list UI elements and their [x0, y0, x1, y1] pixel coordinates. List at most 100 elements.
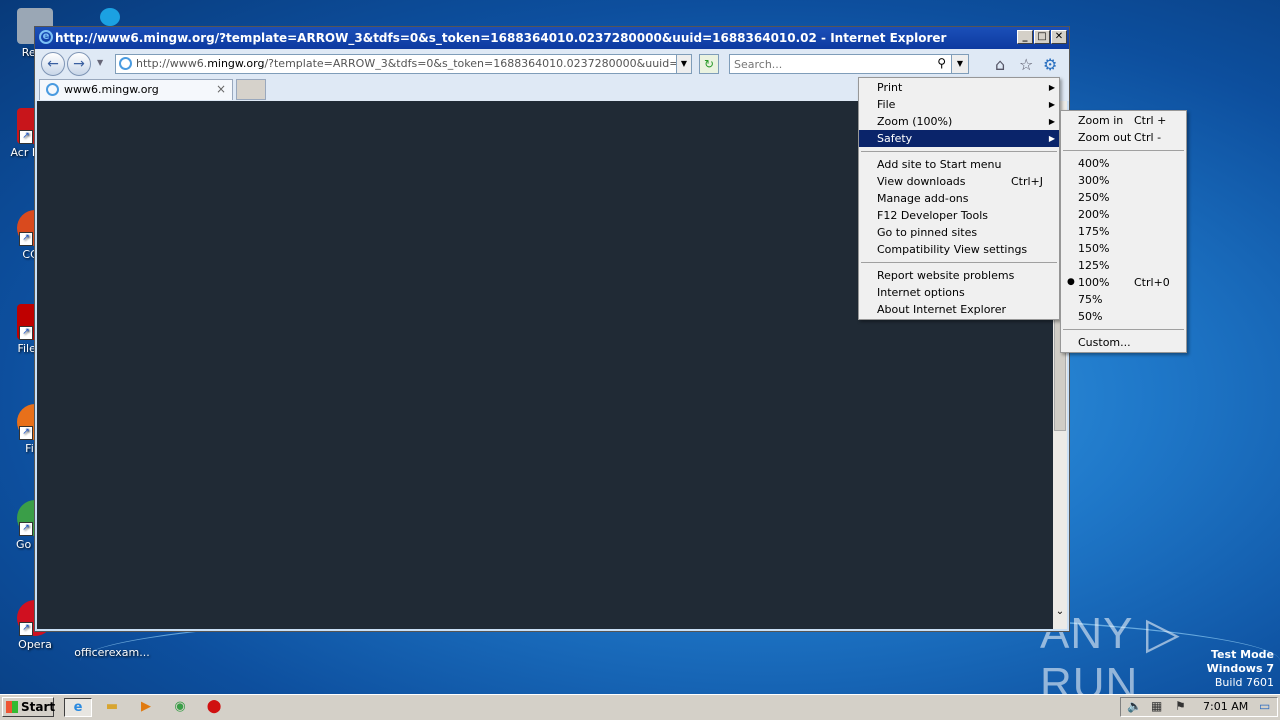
menu-item-view-downloads[interactable]: View downloads Ctrl+J: [859, 173, 1059, 190]
address-prefix: http://www6.: [136, 57, 208, 70]
menu-item-about-ie[interactable]: About Internet Explorer: [859, 301, 1059, 318]
home-icon[interactable]: ⌂: [995, 55, 1005, 74]
menu-item-pinned-sites[interactable]: Go to pinned sites: [859, 224, 1059, 241]
address-bar[interactable]: http://www6.mingw.org/?template=ARROW_3&…: [115, 54, 691, 74]
menu-item-file[interactable]: File ▶: [859, 96, 1059, 113]
menu-item-label: 125%: [1078, 259, 1110, 272]
menu-item-label: View downloads: [877, 175, 966, 188]
menu-shortcut: Ctrl+J: [1010, 175, 1043, 188]
favorites-star-icon[interactable]: ☆: [1019, 55, 1033, 74]
menu-item-zoom-custom[interactable]: Custom...: [1061, 334, 1186, 351]
search-input[interactable]: [730, 55, 938, 73]
menu-shortcut: Ctrl+0: [1134, 276, 1170, 289]
menu-item-safety[interactable]: Safety ▶: [859, 130, 1059, 147]
menu-item-zoom-out[interactable]: Zoom out Ctrl -: [1061, 129, 1186, 146]
history-dropdown-icon[interactable]: ▼: [97, 58, 103, 67]
menu-item-zoom-150[interactable]: 150%: [1061, 240, 1186, 257]
menu-separator: [1063, 150, 1184, 151]
windows-flag-icon: [6, 701, 18, 713]
ie-logo-icon: e: [39, 30, 53, 44]
menu-item-label: Zoom out: [1078, 131, 1132, 144]
menu-item-add-site[interactable]: Add site to Start menu: [859, 156, 1059, 173]
shortcut-arrow-icon: ↗: [19, 522, 33, 536]
network-icon[interactable]: ▦: [1151, 699, 1162, 713]
menu-item-label: Internet options: [877, 286, 965, 299]
menu-item-zoom-400[interactable]: 400%: [1061, 155, 1186, 172]
show-desktop-icon[interactable]: ▭: [1259, 699, 1270, 713]
menu-item-zoom-250[interactable]: 250%: [1061, 189, 1186, 206]
menu-item-label: Report website problems: [877, 269, 1015, 282]
skype-icon: [100, 8, 120, 26]
close-button[interactable]: ✕: [1051, 30, 1067, 44]
menu-item-label: 300%: [1078, 174, 1110, 187]
menu-shortcut: Ctrl -: [1134, 131, 1162, 144]
start-button[interactable]: Start: [2, 697, 56, 717]
tab-close-icon[interactable]: ×: [216, 80, 226, 99]
menu-item-print[interactable]: Print ▶: [859, 79, 1059, 96]
tools-gear-icon[interactable]: ⚙: [1043, 55, 1057, 74]
back-button[interactable]: ←: [41, 52, 65, 76]
volume-icon[interactable]: 🔈: [1127, 699, 1142, 713]
forward-arrow-icon: →: [73, 56, 85, 72]
back-arrow-icon: ←: [47, 56, 59, 72]
shortcut-arrow-icon: ↗: [19, 622, 33, 636]
menu-item-label: F12 Developer Tools: [877, 209, 988, 222]
menu-item-label: 400%: [1078, 157, 1110, 170]
menu-item-label: Zoom (100%): [877, 115, 953, 128]
menu-separator: [1063, 329, 1184, 330]
media-player-icon: ▶: [141, 699, 151, 714]
start-label: Start: [21, 700, 56, 714]
search-icon[interactable]: ⚲: [937, 56, 946, 70]
window-controls: _ □ ✕: [1017, 30, 1067, 44]
page-icon: [119, 57, 132, 70]
clock[interactable]: 7:01 AM: [1203, 698, 1248, 716]
address-rest: /?template=ARROW_3&tdfs=0&s_token=168836…: [264, 57, 690, 70]
taskbar-media-player-button[interactable]: ▶: [132, 698, 160, 717]
title-bar[interactable]: e http://www6.mingw.org/?template=ARROW_…: [35, 27, 1069, 49]
search-dropdown-icon[interactable]: ▼: [951, 55, 968, 73]
taskbar-block-button[interactable]: ⬤: [200, 698, 228, 717]
taskbar-chrome-button[interactable]: ◉: [166, 698, 194, 717]
refresh-button[interactable]: ↻: [699, 54, 719, 74]
menu-item-manage-addons[interactable]: Manage add-ons: [859, 190, 1059, 207]
desktop-icon-skype[interactable]: [88, 8, 132, 28]
menu-item-zoom[interactable]: Zoom (100%) ▶: [859, 113, 1059, 130]
scroll-down-icon[interactable]: ⌄: [1053, 606, 1067, 617]
chevron-down-icon: ▼: [680, 59, 688, 68]
taskbar: Start e ▬ ▶ ◉ ⬤ 🔈 ▦ ⚑ 7:01 AM ▭: [0, 694, 1280, 720]
menu-item-zoom-200[interactable]: 200%: [1061, 206, 1186, 223]
window-title: http://www6.mingw.org/?template=ARROW_3&…: [55, 31, 947, 45]
action-center-flag-icon[interactable]: ⚑: [1175, 699, 1186, 713]
menu-item-zoom-175[interactable]: 175%: [1061, 223, 1186, 240]
search-box[interactable]: ⚲ ▼: [729, 54, 969, 74]
menu-item-f12-tools[interactable]: F12 Developer Tools: [859, 207, 1059, 224]
menu-item-zoom-in[interactable]: Zoom in Ctrl +: [1061, 112, 1186, 129]
menu-item-zoom-100[interactable]: ● 100% Ctrl+0: [1061, 274, 1186, 291]
menu-item-internet-options[interactable]: Internet options: [859, 284, 1059, 301]
tab-www6-mingw[interactable]: www6.mingw.org ×: [39, 79, 233, 100]
menu-item-zoom-300[interactable]: 300%: [1061, 172, 1186, 189]
system-tray: 🔈 ▦ ⚑ 7:01 AM ▭: [1120, 697, 1278, 717]
menu-item-zoom-50[interactable]: 50%: [1061, 308, 1186, 325]
taskbar-explorer-button[interactable]: ▬: [98, 698, 126, 717]
menu-item-label: 250%: [1078, 191, 1110, 204]
zoom-submenu: Zoom in Ctrl + Zoom out Ctrl - 400% 300% 2…: [1060, 110, 1187, 353]
minimize-button[interactable]: _: [1017, 30, 1033, 44]
ie-icon: e: [73, 700, 83, 715]
menu-item-compatibility[interactable]: Compatibility View settings: [859, 241, 1059, 258]
address-dropdown-button[interactable]: ▼: [676, 54, 692, 74]
build-label: Build 7601: [1214, 676, 1274, 689]
menu-shortcut: Ctrl +: [1134, 114, 1167, 127]
menu-item-zoom-75[interactable]: 75%: [1061, 291, 1186, 308]
tab-label: www6.mingw.org: [64, 83, 159, 96]
menu-separator: [861, 151, 1057, 152]
forward-button[interactable]: →: [67, 52, 91, 76]
menu-item-label: Custom...: [1078, 336, 1131, 349]
taskbar-ie-button[interactable]: e: [64, 698, 92, 717]
navigation-bar: ← → ▼ http://www6.mingw.org/?template=AR…: [35, 49, 1069, 79]
maximize-button[interactable]: □: [1034, 30, 1050, 44]
new-tab-button[interactable]: [236, 79, 266, 100]
test-mode-label: Test Mode: [1211, 648, 1274, 661]
menu-item-report-problems[interactable]: Report website problems: [859, 267, 1059, 284]
menu-item-zoom-125[interactable]: 125%: [1061, 257, 1186, 274]
